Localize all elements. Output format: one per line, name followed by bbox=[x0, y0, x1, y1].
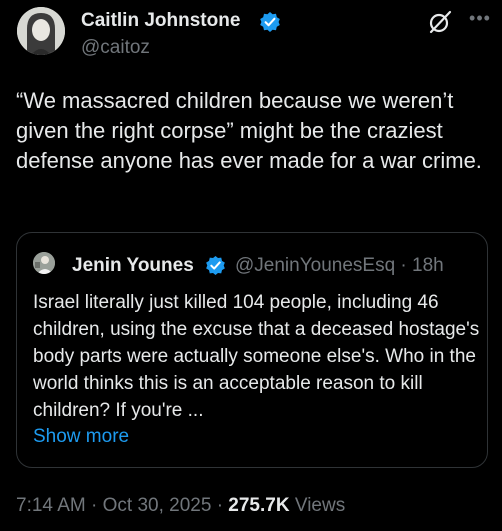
tweet-text: “We massacred children because we weren’… bbox=[16, 88, 482, 173]
tweet-time[interactable]: 7:14 AM bbox=[16, 495, 86, 516]
meta-separator: · bbox=[216, 495, 229, 516]
verified-badge-icon bbox=[206, 255, 225, 276]
show-more-link[interactable]: Show more bbox=[33, 426, 129, 448]
verified-badge-icon bbox=[260, 12, 280, 32]
quoted-tweet-card[interactable]: Jenin Younes @JeninYounesEsq · 18h Israe… bbox=[16, 232, 488, 468]
author-name[interactable]: Caitlin Johnstone bbox=[81, 10, 240, 32]
tweet: Caitlin Johnstone @caitoz ••• “We massac… bbox=[0, 0, 502, 531]
author-avatar[interactable] bbox=[17, 7, 65, 55]
meta-separator: · bbox=[91, 495, 103, 516]
quoted-author-handle-time[interactable]: @JeninYounesEsq · 18h bbox=[235, 255, 444, 277]
tweet-date[interactable]: Oct 30, 2025 bbox=[103, 495, 212, 516]
quoted-author-avatar[interactable] bbox=[33, 252, 55, 274]
author-handle[interactable]: @caitoz bbox=[81, 37, 150, 59]
quoted-tweet-text: Israel literally just killed 104 people,… bbox=[33, 292, 480, 421]
views-count: 275.7K bbox=[228, 495, 290, 516]
quoted-author-name[interactable]: Jenin Younes bbox=[72, 255, 194, 277]
more-options-icon[interactable]: ••• bbox=[466, 8, 494, 28]
views-label: Views bbox=[294, 495, 346, 516]
grok-icon[interactable] bbox=[427, 9, 453, 35]
tweet-meta: 7:14 AM · Oct 30, 2025 · 275.7K Views bbox=[16, 495, 345, 517]
